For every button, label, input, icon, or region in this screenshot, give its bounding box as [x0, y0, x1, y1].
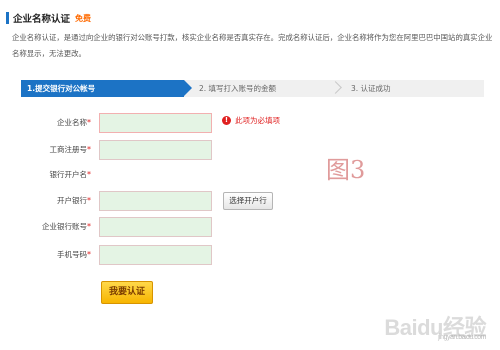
- submit-verification-button[interactable]: 我要认证: [101, 281, 153, 304]
- error-text: 此项为必填项: [235, 115, 280, 125]
- bank-account-row: 企业银行账号*: [0, 217, 500, 237]
- step-2: 2. 填写打入账号的金额: [199, 84, 277, 93]
- free-badge: 免费: [75, 13, 92, 23]
- bank-label: 开户银行*: [57, 196, 91, 205]
- phone-row: 手机号码*: [0, 245, 500, 265]
- required-mark: *: [87, 250, 91, 259]
- step-3: 3. 认证成功: [351, 84, 391, 93]
- bank-account-label: 企业银行账号*: [42, 222, 91, 231]
- phone-input[interactable]: [99, 245, 212, 265]
- bank-account-input[interactable]: [99, 217, 212, 237]
- account-holder-label: 银行开户名*: [49, 170, 92, 179]
- page-description: 企业名称认证，是通过向企业的银行对公账号打款，核实企业名称是否真实存在。完成名称…: [12, 30, 496, 62]
- bank-input[interactable]: [99, 191, 212, 211]
- registration-number-row: 工商注册号*: [0, 140, 500, 160]
- progress-steps: 1.提交银行对公帐号 2. 填写打入账号的金额 3. 认证成功: [21, 80, 484, 97]
- required-mark: *: [87, 118, 91, 127]
- phone-label: 手机号码*: [57, 250, 91, 259]
- error-icon: !: [222, 115, 231, 125]
- figure-annotation: 图3: [326, 156, 366, 184]
- required-mark: *: [87, 196, 91, 205]
- registration-number-input[interactable]: [99, 140, 212, 160]
- choose-bank-button[interactable]: 选择开户行: [223, 192, 273, 210]
- step-1: 1.提交银行对公帐号: [21, 80, 192, 97]
- page-title: 企业名称认证: [13, 14, 71, 25]
- company-name-input[interactable]: [99, 113, 212, 133]
- watermark-sub: jingyan.baidu.com: [438, 334, 486, 341]
- registration-number-label: 工商注册号*: [49, 145, 92, 154]
- description-line-2: 名称显示，无法更改。: [12, 49, 86, 58]
- account-holder-row: 银行开户名*: [0, 165, 500, 185]
- company-name-label: 企业名称*: [57, 118, 91, 127]
- required-mark: *: [87, 222, 91, 231]
- description-line-1: 企业名称认证，是通过向企业的银行对公账号打款，核实企业名称是否真实存在。完成名称…: [12, 33, 493, 42]
- required-mark: *: [87, 145, 91, 154]
- baidu-watermark: Baidu经验 jingyan.baidu.com: [384, 310, 486, 342]
- page-header: 企业名称认证 免费: [6, 12, 92, 25]
- error-message: ! 此项为必填项: [222, 113, 280, 127]
- header-accent-bar: [6, 12, 9, 24]
- required-mark: *: [87, 170, 91, 179]
